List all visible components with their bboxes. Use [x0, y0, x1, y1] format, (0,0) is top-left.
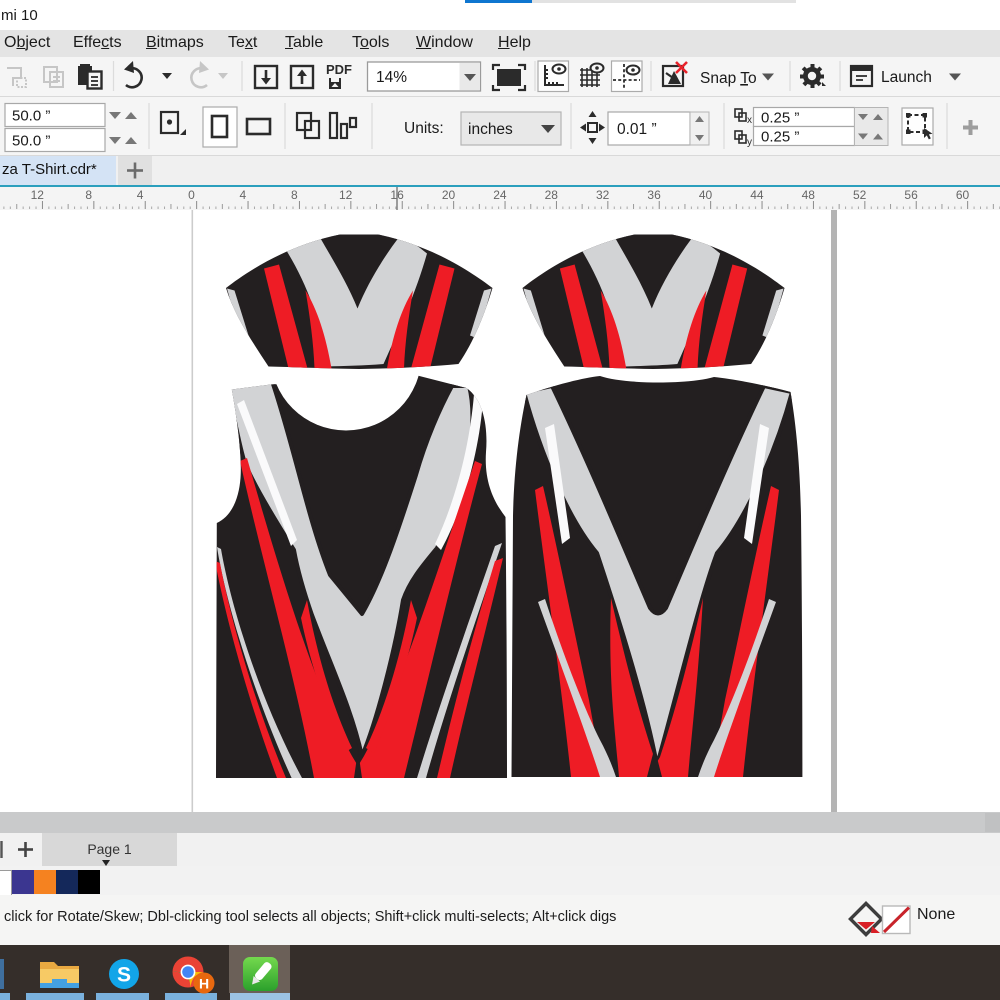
svg-text:14%: 14%	[376, 69, 407, 86]
svg-text:Snap To: Snap To	[700, 70, 757, 87]
svg-text:y: y	[747, 137, 752, 148]
svg-text:H: H	[199, 976, 209, 992]
svg-text:0.01 ”: 0.01 ”	[617, 121, 657, 138]
svg-text:50.0 ”: 50.0 ”	[12, 108, 50, 125]
svg-text:0.25 ”: 0.25 ”	[761, 110, 799, 127]
svg-text:Units:: Units:	[404, 120, 444, 137]
svg-text:S: S	[117, 964, 131, 987]
svg-text:0.25 ”: 0.25 ”	[761, 129, 799, 146]
svg-text:PDF: PDF	[326, 62, 352, 77]
svg-text:x: x	[747, 115, 752, 126]
svg-text:50.0 ”: 50.0 ”	[12, 133, 50, 150]
svg-text:inches: inches	[468, 121, 513, 138]
svg-text:Launch: Launch	[881, 69, 932, 86]
